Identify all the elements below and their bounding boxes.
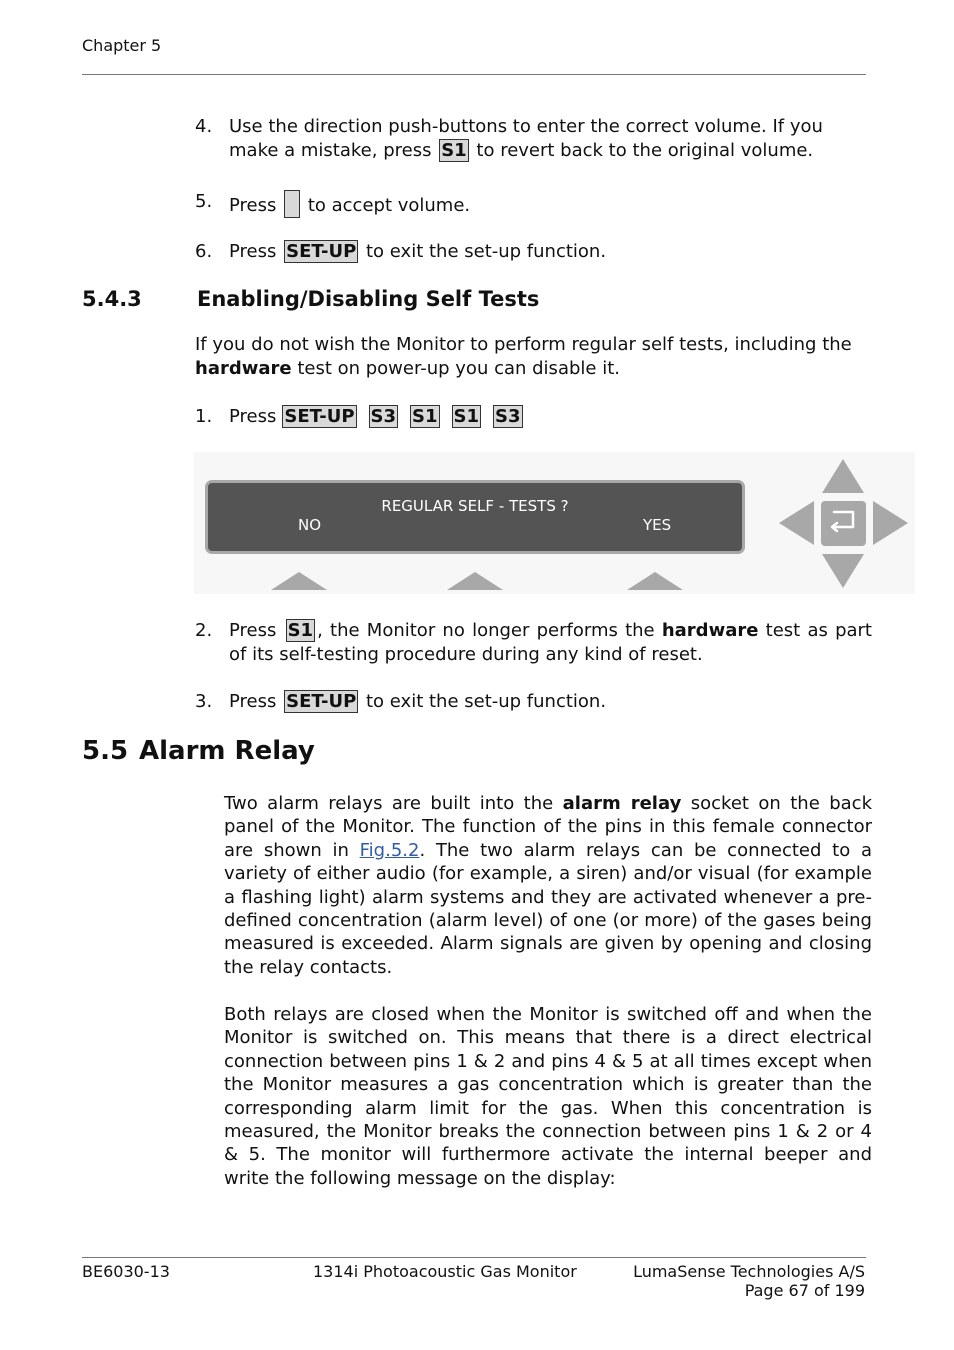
footer-company: LumaSense Technologies A/S [633, 1262, 865, 1281]
footer-rule [82, 1257, 866, 1258]
arrow-up-icon [822, 459, 864, 493]
alarm-relay-paragraph-2: Both relays are closed when the Monitor … [224, 1004, 872, 1189]
alarm-relay-paragraph-1: Two alarm relays are built into the alar… [224, 793, 872, 978]
arrow-right-icon [873, 501, 908, 545]
step-6: 6. Press SET-UP to exit the set-up funct… [195, 240, 607, 263]
section-heading-5-5: 5.5 Alarm Relay [82, 736, 315, 766]
key-s3: S3 [493, 405, 523, 428]
chapter-header: Chapter 5 [82, 36, 162, 55]
step-2: 2. Press S1, the Monitor no longer perfo… [195, 619, 872, 665]
key-s1: S1 [451, 405, 482, 428]
monitor-front-panel: REGULAR SELF - TESTS ? NO YES [194, 452, 915, 594]
footer-doc-id: BE6030-13 [82, 1262, 170, 1281]
panel-buttons [271, 459, 908, 590]
soft-key-s1-icon [271, 572, 327, 590]
soft-key-s2-icon [447, 572, 503, 590]
enter-button-icon [821, 501, 866, 546]
step-1: 1. Press SET-UP S3 S1 S1 S3 [195, 405, 523, 428]
key-setup: SET-UP [284, 690, 359, 713]
section-heading-5-4-3: 5.4.3 Enabling/Disabling Self Tests [82, 287, 540, 311]
footer-page: Page 67 of 199 [744, 1281, 865, 1300]
fig-5-2-link[interactable]: Fig.5.2 [360, 840, 420, 861]
key-s1: S1 [410, 405, 440, 428]
key-setup: SET-UP [284, 240, 359, 263]
header-rule [82, 74, 866, 75]
soft-key-s3-icon [627, 572, 683, 590]
arrow-down-icon [822, 554, 864, 588]
step-3: 3. Press SET-UP to exit the set-up funct… [195, 690, 607, 713]
key-enter-blank [284, 190, 301, 218]
arrow-left-icon [779, 501, 814, 545]
footer-product: 1314i Photoacoustic Gas Monitor [313, 1262, 577, 1281]
key-setup: SET-UP [282, 405, 357, 428]
section-intro: If you do not wish the Monitor to perfor… [195, 334, 852, 379]
key-s1: S1 [285, 619, 316, 642]
key-s3: S3 [368, 405, 399, 428]
step-4: 4. Use the direction push-buttons to ent… [195, 116, 823, 162]
step-5: 5. Press to accept volume. [195, 190, 471, 218]
key-s1: S1 [439, 139, 469, 162]
